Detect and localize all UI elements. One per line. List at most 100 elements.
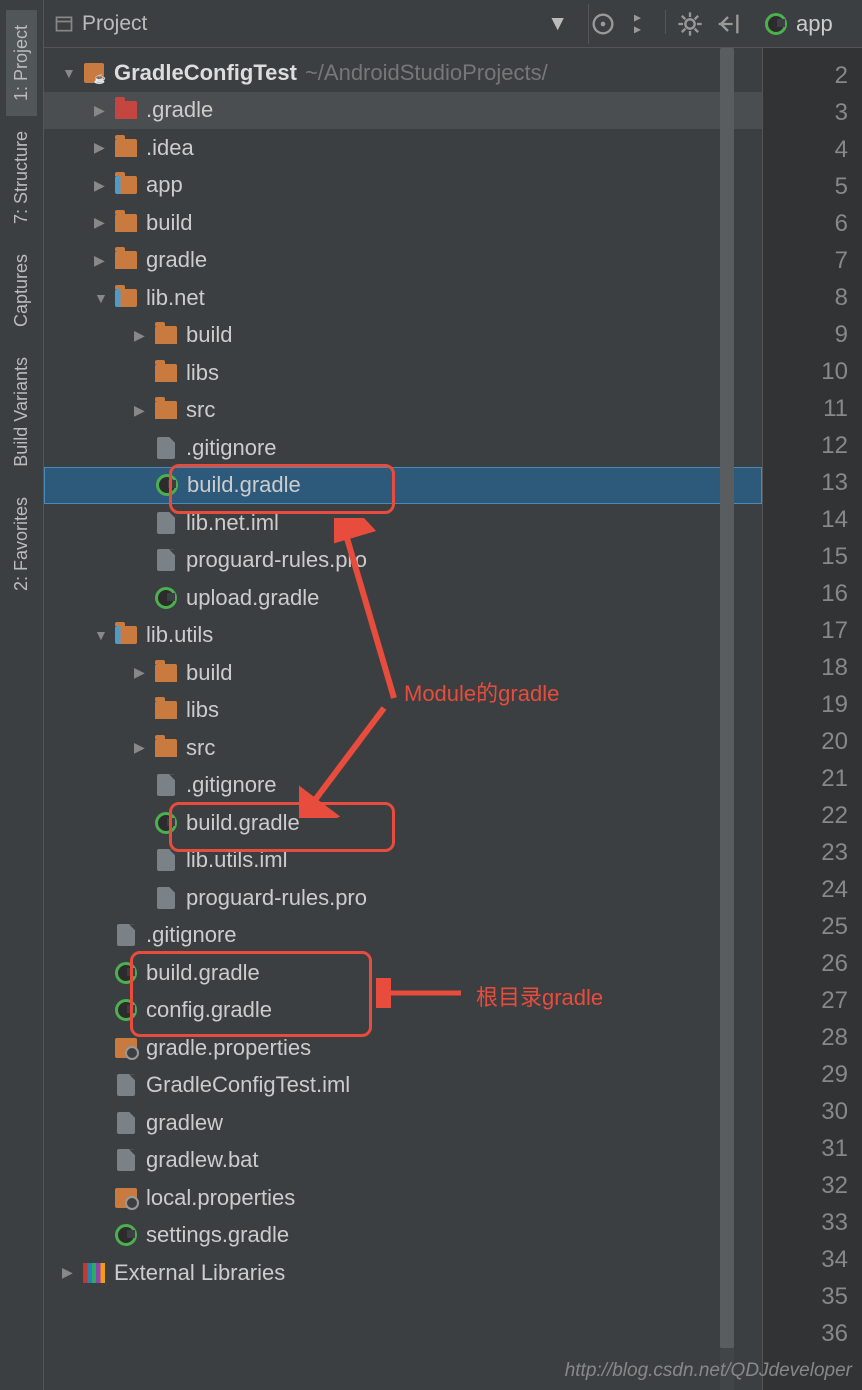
tree-item-build[interactable]: build [44,654,762,692]
tree-external-libs[interactable]: External Libraries [44,1254,762,1292]
project-tree[interactable]: GradleConfigTest ~/AndroidStudioProjects… [44,48,762,1390]
tree-item-settings-gradle[interactable]: settings.gradle [44,1217,762,1255]
line-number: 30 [777,1093,848,1130]
folder-orange-icon [154,698,178,722]
tree-item-label: libs [186,697,219,723]
project-header: Project ▼ [44,0,762,48]
expand-arrow-icon[interactable] [94,627,110,643]
tree-item-label: libs [186,360,219,386]
file-icon [114,1111,138,1135]
expand-arrow-icon[interactable] [94,214,110,231]
tree-item-build-gradle[interactable]: build.gradle [44,804,762,842]
tree-item-src[interactable]: src [44,392,762,430]
tree-root[interactable]: GradleConfigTest ~/AndroidStudioProjects… [44,54,762,92]
project-header-title[interactable]: Project ▼ [54,12,588,36]
line-number: 2 [777,57,848,94]
editor-tab-app[interactable]: app [752,0,862,48]
expand-arrow-icon[interactable] [134,402,150,419]
tree-item--gitignore[interactable]: .gitignore [44,767,762,805]
tree-item-label: build.gradle [186,810,300,836]
tree-item-local-properties[interactable]: local.properties [44,1179,762,1217]
tree-item-proguard-rules-pro[interactable]: proguard-rules.pro [44,542,762,580]
tree-item-gradle-properties[interactable]: gradle.properties [44,1029,762,1067]
line-number: 11 [777,390,848,427]
folder-orange-icon [154,361,178,385]
line-number: 6 [777,205,848,242]
line-number: 23 [777,834,848,871]
props-icon [114,1186,138,1210]
line-number: 17 [777,612,848,649]
tree-scroll-thumb[interactable] [720,48,734,1348]
line-number: 28 [777,1019,848,1056]
side-tab-project[interactable]: 1: Project [6,10,37,116]
tree-item-GradleConfigTest-iml[interactable]: GradleConfigTest.iml [44,1067,762,1105]
tree-item-label: lib.utils [146,622,213,648]
watermark: http://blog.csdn.net/QDJdeveloper [565,1360,852,1382]
gradle-icon [155,473,179,497]
tree-item-build-gradle[interactable]: build.gradle [44,467,762,505]
tree-item-src[interactable]: src [44,729,762,767]
tree-item-label: lib.utils.iml [186,847,287,873]
side-tab-favorites[interactable]: 2: Favorites [6,482,37,606]
tree-item--gradle[interactable]: .gradle [44,92,762,130]
expand-arrow-icon[interactable] [134,327,150,344]
tree-item-label: .idea [146,135,194,161]
tree-item-libs[interactable]: libs [44,692,762,730]
tree-item-build[interactable]: build [44,204,762,242]
gradle-icon [114,1223,138,1247]
tree-item-lib-net-iml[interactable]: lib.net.iml [44,504,762,542]
tree-item-lib-utils-iml[interactable]: lib.utils.iml [44,842,762,880]
tree-item--idea[interactable]: .idea [44,129,762,167]
line-number: 32 [777,1167,848,1204]
line-number: 33 [777,1204,848,1241]
tree-item-lib-net[interactable]: lib.net [44,279,762,317]
tree-item-config-gradle[interactable]: config.gradle [44,992,762,1030]
expand-arrow-icon[interactable] [134,739,150,756]
expand-arrow-icon[interactable] [134,664,150,681]
tree-item-label: app [146,172,183,198]
expand-arrow-icon[interactable] [62,1264,78,1281]
line-number: 8 [777,279,848,316]
line-number: 4 [777,131,848,168]
file-icon [114,923,138,947]
tree-item-app[interactable]: app [44,167,762,205]
file-icon [114,1148,138,1172]
header-toolbar [589,10,752,38]
expand-arrow-icon[interactable] [94,252,110,269]
side-tab-build-variants[interactable]: Build Variants [6,342,37,482]
side-tab-captures[interactable]: Captures [6,239,37,342]
tree-item-libs[interactable]: libs [44,354,762,392]
expand-arrow-icon[interactable] [94,290,110,306]
dropdown-arrow-icon[interactable]: ▼ [547,12,568,36]
line-number: 21 [777,760,848,797]
expand-arrow-icon[interactable] [94,139,110,156]
gradle-icon [154,811,178,835]
tree-item-gradle[interactable]: gradle [44,242,762,280]
tree-item--gitignore[interactable]: .gitignore [44,429,762,467]
folder-orange-icon [154,736,178,760]
side-tab-structure[interactable]: 7: Structure [6,116,37,239]
target-icon[interactable] [589,10,617,38]
collapse-icon[interactable] [627,10,655,38]
project-folder-icon [82,61,106,85]
tree-item-upload-gradle[interactable]: upload.gradle [44,579,762,617]
gear-icon[interactable] [676,10,704,38]
tree-item-gradlew[interactable]: gradlew [44,1104,762,1142]
expand-arrow-icon[interactable] [62,65,78,81]
hide-icon[interactable] [714,10,742,38]
tree-item-build-gradle[interactable]: build.gradle [44,954,762,992]
tree-item-gradlew-bat[interactable]: gradlew.bat [44,1142,762,1180]
tree-item-proguard-rules-pro[interactable]: proguard-rules.pro [44,879,762,917]
line-number: 7 [777,242,848,279]
file-icon [154,773,178,797]
tree-item-build[interactable]: build [44,317,762,355]
expand-arrow-icon[interactable] [94,102,110,119]
folder-orange-icon [154,398,178,422]
tree-item--gitignore[interactable]: .gitignore [44,917,762,955]
module-icon [114,286,138,310]
tree-item-label: gradle.properties [146,1035,311,1061]
line-number: 36 [777,1315,848,1352]
line-number: 34 [777,1241,848,1278]
expand-arrow-icon[interactable] [94,177,110,194]
tree-item-lib-utils[interactable]: lib.utils [44,617,762,655]
